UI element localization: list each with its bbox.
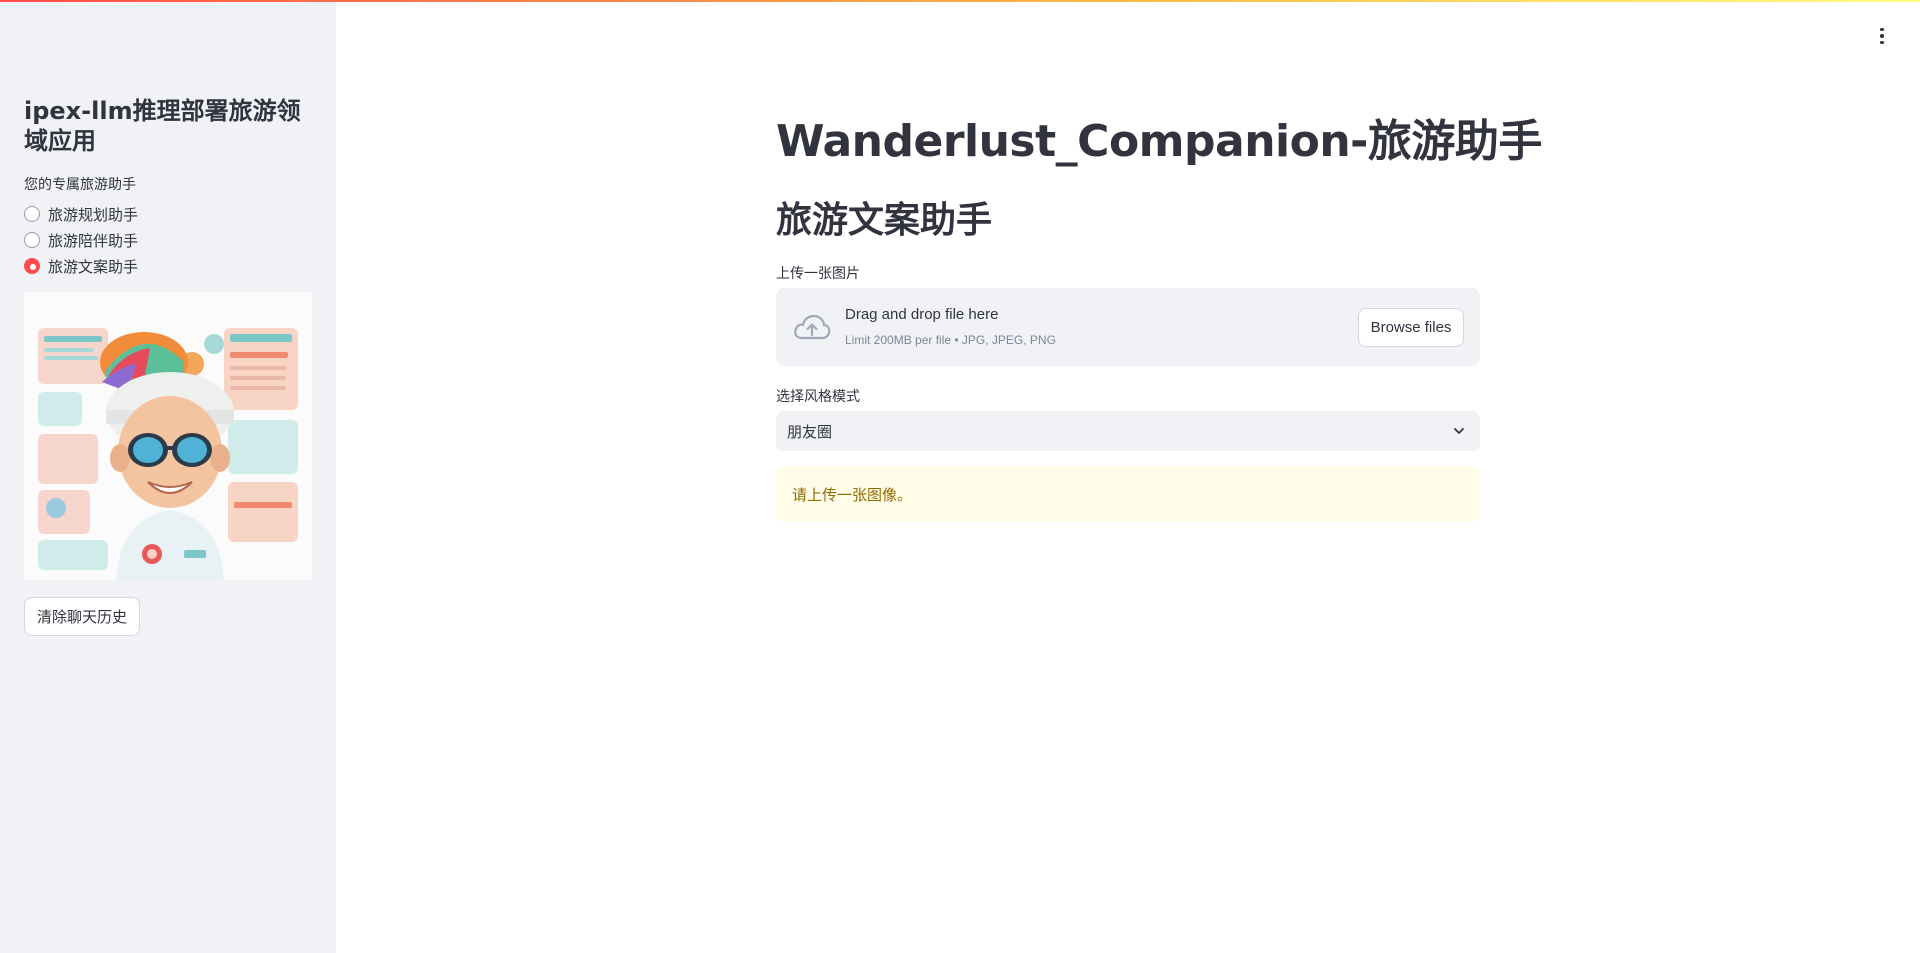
- assistant-radio-label: 您的专属旅游助手: [24, 177, 136, 193]
- sidebar: ipex-llm推理部署旅游领域应用 您的专属旅游助手 旅游规划助手 旅游陪伴助…: [0, 0, 336, 953]
- page-title: Wanderlust_Companion-旅游助手: [776, 116, 1542, 167]
- clear-chat-history-button[interactable]: 清除聊天历史: [24, 597, 141, 636]
- assistant-radio-group: 旅游规划助手 旅游陪伴助手 旅游文案助手: [24, 201, 138, 279]
- dropzone-limit: Limit 200MB per file • JPG, JPEG, PNG: [845, 333, 1056, 347]
- menu-dot: [1880, 40, 1884, 45]
- radio-option-companion[interactable]: 旅游陪伴助手: [24, 227, 138, 253]
- radio-option-label: 旅游规划助手: [48, 205, 139, 224]
- radio-circle[interactable]: [24, 206, 40, 222]
- style-select-value: 朋友圈: [787, 423, 833, 441]
- travel-mascot-image: [24, 292, 312, 580]
- browse-files-button[interactable]: Browse files: [1358, 308, 1464, 347]
- chevron-down-icon: [1454, 428, 1464, 434]
- file-dropzone[interactable]: Drag and drop file here Limit 200MB per …: [776, 288, 1480, 366]
- radio-circle-selected[interactable]: [24, 258, 40, 274]
- radio-option-copywriting[interactable]: 旅游文案助手: [24, 253, 138, 279]
- mascot-illustration: [24, 292, 312, 580]
- style-select-label: 选择风格模式: [776, 389, 860, 405]
- upload-warning-alert: 请上传一张图像。: [776, 466, 1480, 522]
- radio-option-label: 旅游文案助手: [48, 257, 139, 276]
- radio-option-planning[interactable]: 旅游规划助手: [24, 201, 138, 227]
- more-vertical-icon[interactable]: [1870, 24, 1894, 48]
- dropzone-instructions: Drag and drop file here: [845, 306, 999, 323]
- radio-circle[interactable]: [24, 232, 40, 248]
- cloud-upload-icon: [794, 314, 831, 340]
- sidebar-title: ipex-llm推理部署旅游领域应用: [24, 97, 301, 155]
- style-select[interactable]: 朋友圈: [776, 411, 1480, 451]
- menu-dot: [1880, 27, 1884, 32]
- warning-text: 请上传一张图像。: [792, 486, 913, 504]
- menu-dot: [1880, 34, 1884, 38]
- section-title: 旅游文案助手: [776, 200, 993, 241]
- header-decoration-bar: [0, 0, 1920, 2]
- radio-option-label: 旅游陪伴助手: [48, 231, 139, 250]
- upload-label: 上传一张图片: [776, 266, 860, 282]
